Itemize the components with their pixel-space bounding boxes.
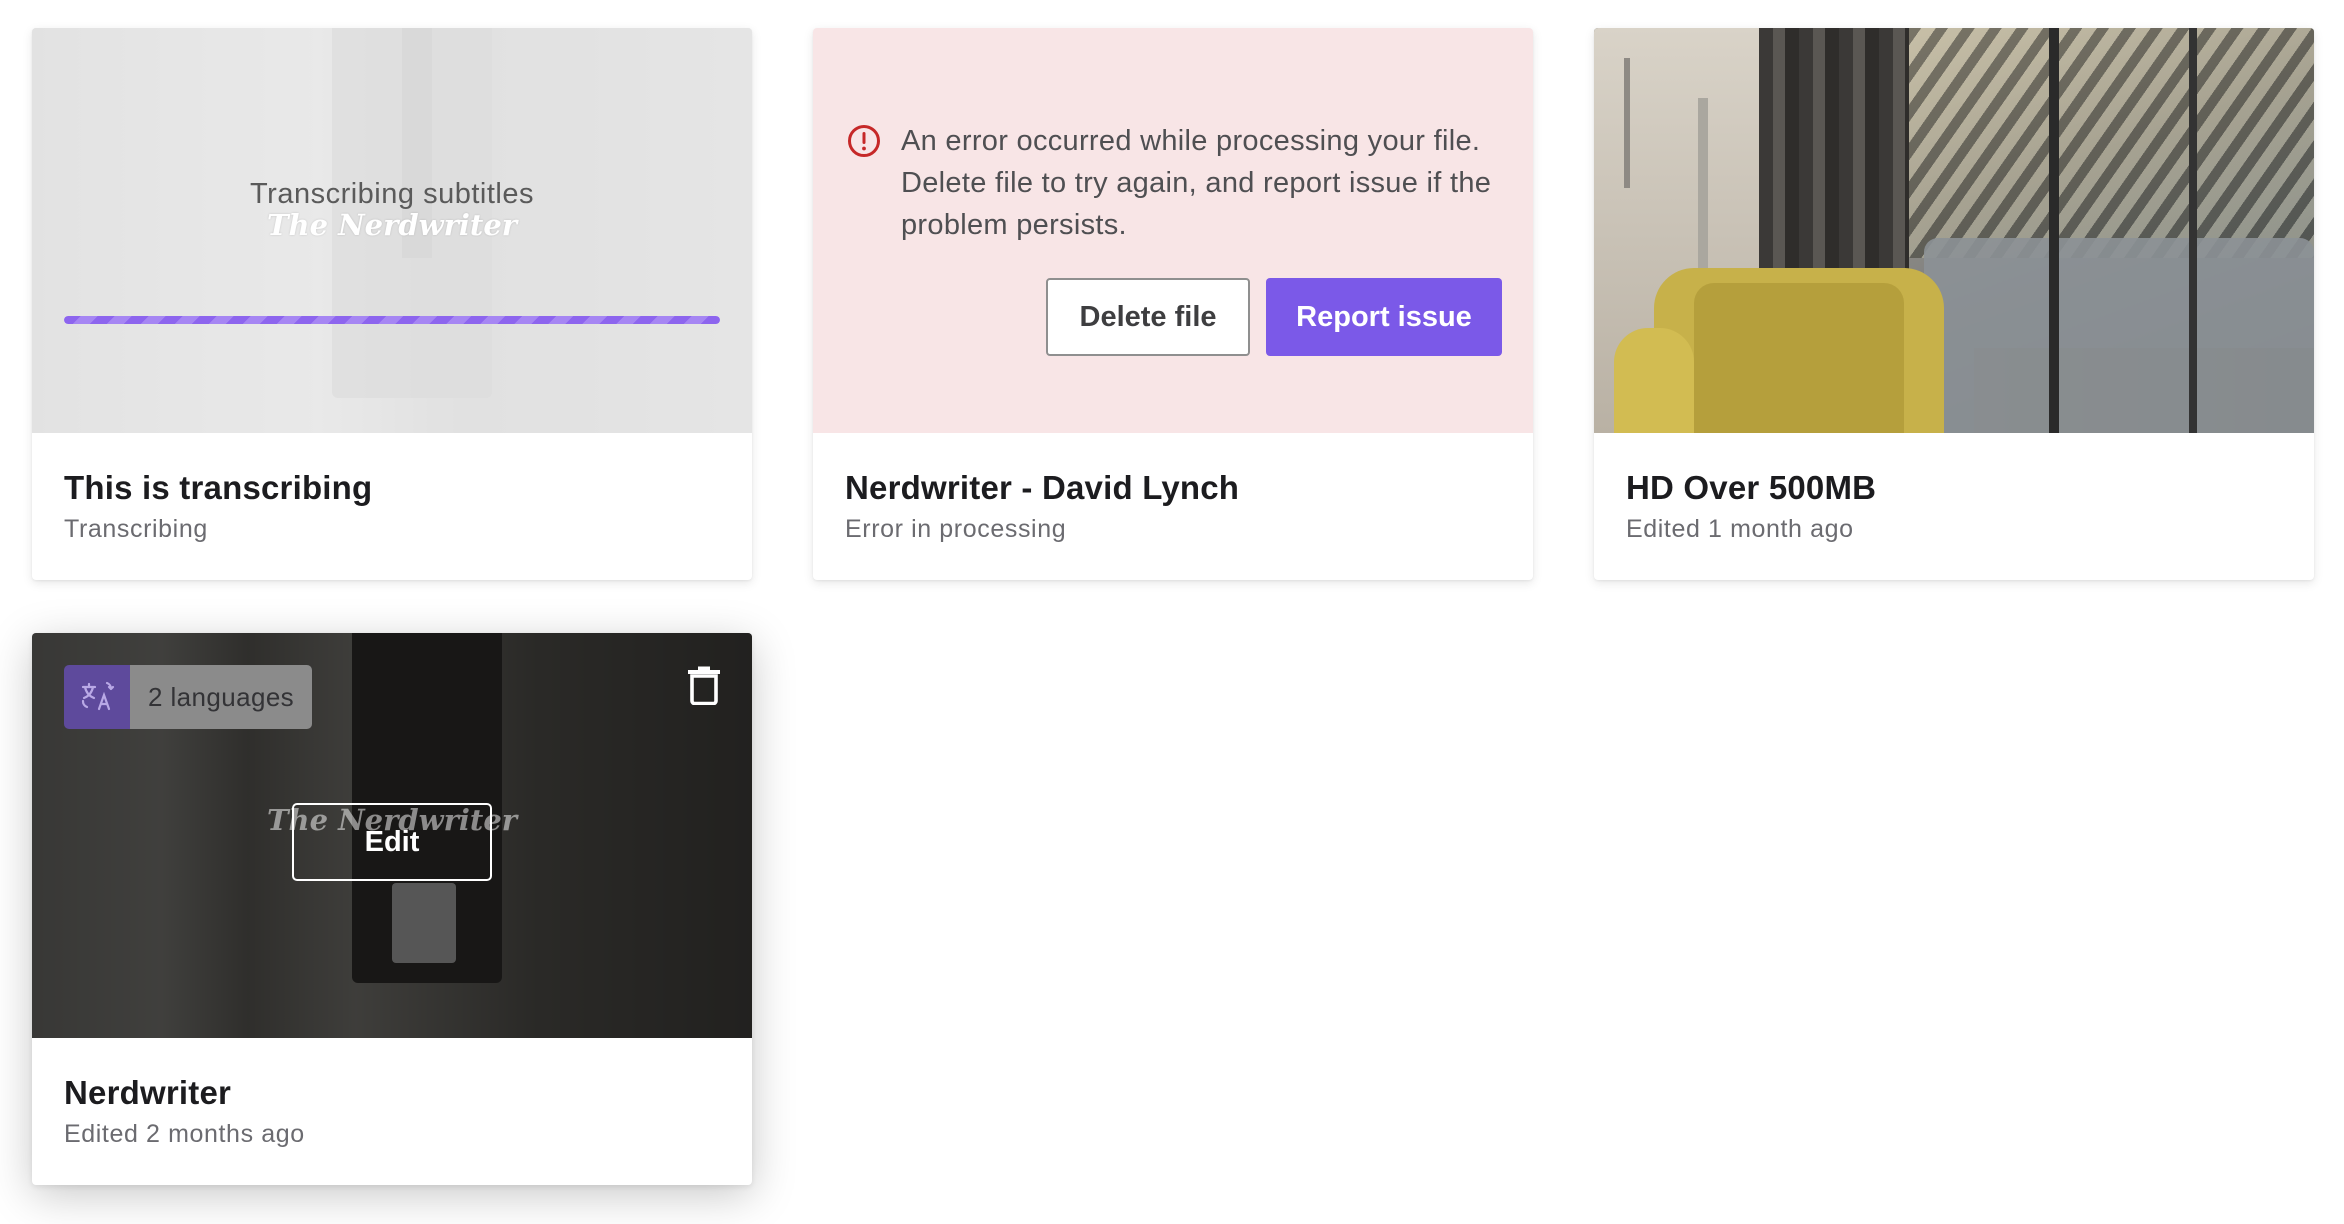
- card-meta: HD Over 500MB Edited 1 month ago: [1626, 468, 2282, 546]
- thumbnail-image-detail: [1694, 283, 1904, 433]
- thumbnail: Transcribing subtitles The Nerdwriter: [32, 28, 752, 433]
- file-card-nerdwriter[interactable]: The Nerdwriter 2 languages Edit Nerdwrit…: [32, 633, 752, 1185]
- thumbnail-logo: The Nerdwriter: [266, 208, 518, 242]
- error-message: An error occurred while processing your …: [901, 125, 1492, 241]
- progress-bar: [64, 316, 720, 324]
- error-panel: An error occurred while processing your …: [813, 28, 1533, 433]
- languages-count: 2 languages: [130, 665, 313, 729]
- thumbnail-image-detail: [1624, 58, 1630, 188]
- card-meta: Nerdwriter Edited 2 months ago: [64, 1073, 720, 1151]
- thumbnail-image-detail: [2189, 28, 2197, 433]
- file-grid: Transcribing subtitles The Nerdwriter Th…: [0, 0, 2344, 1224]
- card-status: Error in processing: [845, 515, 1067, 543]
- card-status: Edited 2 months ago: [64, 1120, 305, 1148]
- thumbnail-image-detail: [1614, 328, 1694, 433]
- thumbnail: The Nerdwriter 2 languages Edit: [32, 633, 752, 1038]
- file-card-hd[interactable]: HD Over 500MB Edited 1 month ago: [1594, 28, 2314, 580]
- transcribing-label: Transcribing subtitles: [250, 178, 534, 210]
- delete-file-button[interactable]: Delete file: [1046, 278, 1250, 356]
- edit-button[interactable]: Edit: [292, 803, 492, 881]
- languages-badge[interactable]: 2 languages: [64, 665, 313, 729]
- file-card-error: An error occurred while processing your …: [813, 28, 1533, 580]
- error-circle-icon: [848, 125, 880, 157]
- card-title: HD Over 500MB: [1626, 469, 1877, 506]
- progress-fill: [64, 316, 720, 324]
- card-meta: This is transcribing Transcribing: [64, 468, 720, 546]
- thumbnail-image-detail: [2049, 28, 2059, 433]
- thumbnail: [1594, 28, 2314, 433]
- report-issue-button[interactable]: Report issue: [1266, 278, 1502, 356]
- trash-icon[interactable]: [686, 665, 722, 705]
- card-status: Transcribing: [64, 515, 208, 543]
- card-title: Nerdwriter - David Lynch: [845, 469, 1240, 506]
- thumbnail-image-detail: [1909, 28, 2314, 258]
- card-status: Edited 1 month ago: [1626, 515, 1854, 543]
- card-meta: Nerdwriter - David Lynch Error in proces…: [845, 468, 1501, 546]
- file-card-transcribing[interactable]: Transcribing subtitles The Nerdwriter Th…: [32, 28, 752, 580]
- thumbnail-image-detail: [1924, 238, 2314, 433]
- translate-icon: [64, 665, 130, 729]
- card-title: This is transcribing: [64, 469, 373, 506]
- card-title: Nerdwriter: [64, 1074, 232, 1111]
